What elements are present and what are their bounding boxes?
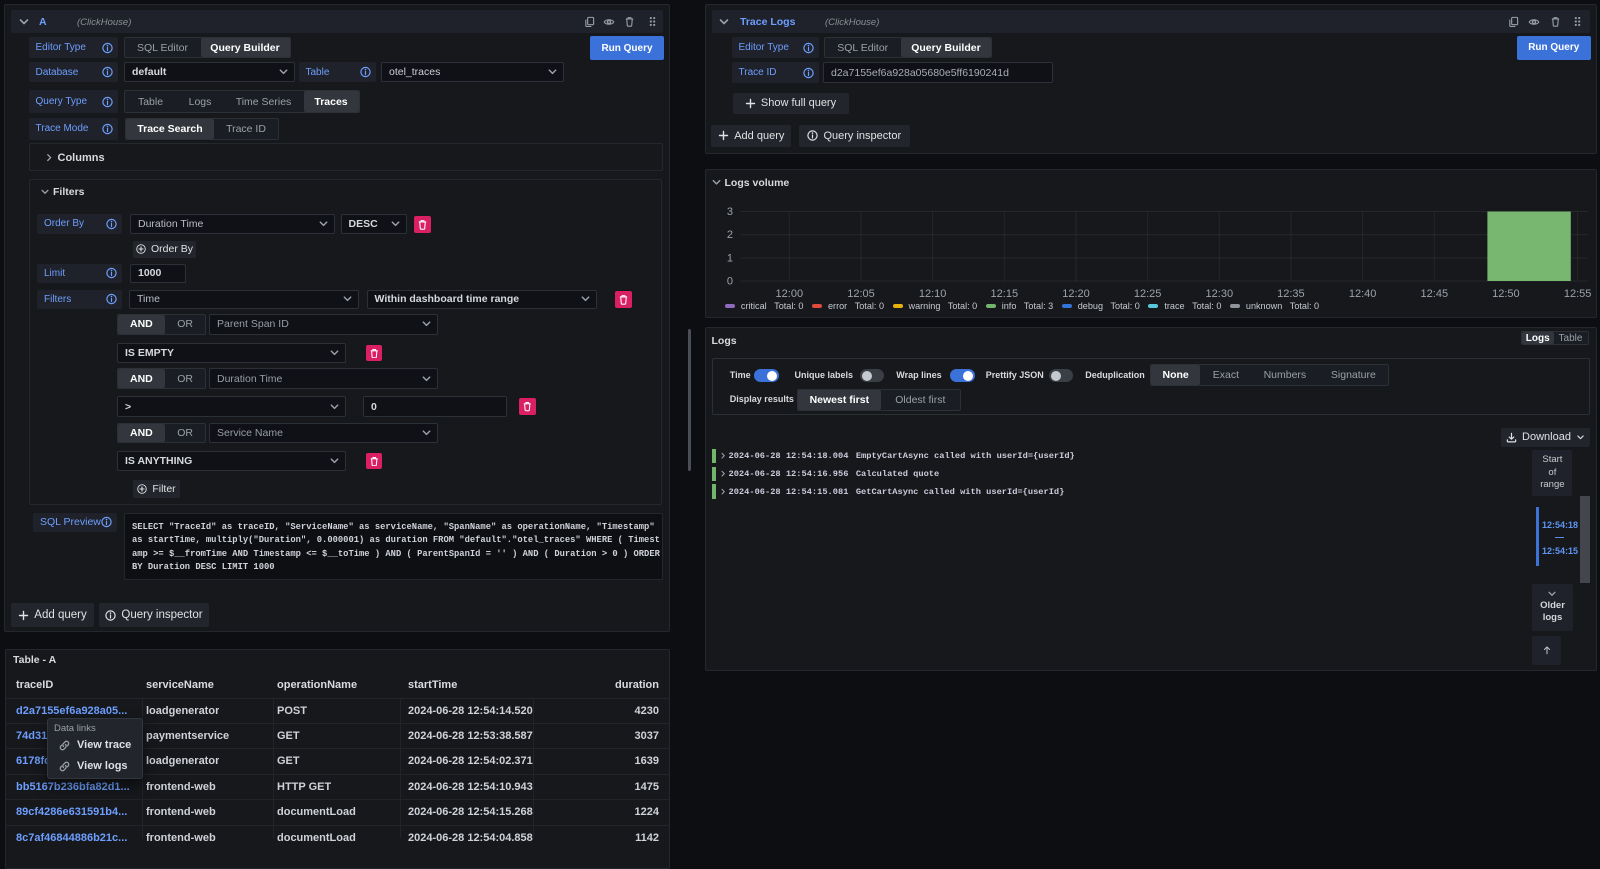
svg-text:3: 3 <box>727 206 733 218</box>
svg-text:0: 0 <box>727 276 733 288</box>
svg-text:2: 2 <box>727 229 733 241</box>
svg-text:12:05: 12:05 <box>847 288 875 300</box>
svg-text:12:00: 12:00 <box>776 288 804 300</box>
svg-text:12:20: 12:20 <box>1062 288 1090 300</box>
svg-text:12:45: 12:45 <box>1421 288 1449 300</box>
svg-text:1: 1 <box>727 253 733 265</box>
svg-text:12:30: 12:30 <box>1206 288 1234 300</box>
svg-text:12:10: 12:10 <box>919 288 947 300</box>
svg-text:12:50: 12:50 <box>1492 288 1520 300</box>
svg-text:12:25: 12:25 <box>1134 288 1162 300</box>
svg-text:12:40: 12:40 <box>1349 288 1377 300</box>
svg-text:12:35: 12:35 <box>1277 288 1305 300</box>
svg-text:12:55: 12:55 <box>1564 288 1592 300</box>
svg-text:12:15: 12:15 <box>991 288 1019 300</box>
